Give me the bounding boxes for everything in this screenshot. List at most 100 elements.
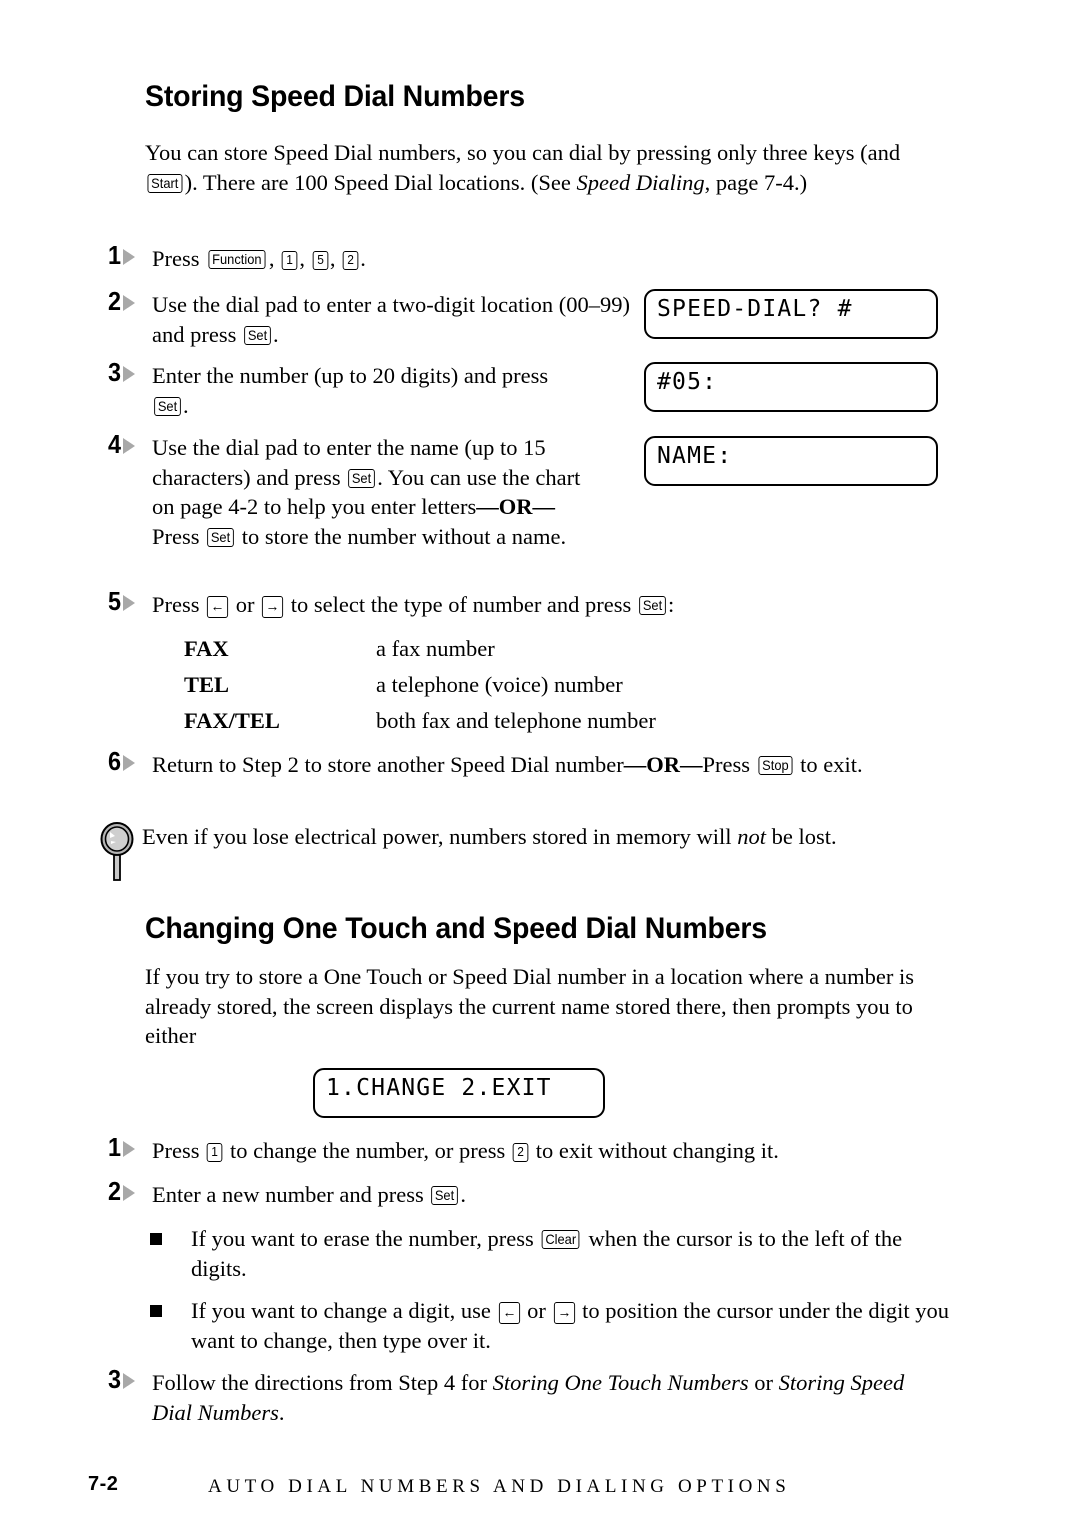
step-marker-3: 3 bbox=[108, 1364, 142, 1396]
step-marker-2: 2 bbox=[108, 1176, 142, 1208]
step-4-text-3: Press bbox=[152, 523, 206, 549]
digit-1-key-icon[interactable]: 1 bbox=[206, 1143, 223, 1162]
step-6-text-1: Return to Step 2 to store another Speed … bbox=[152, 752, 624, 777]
intro-text-part2: ). There are 100 Speed Dial locations. (… bbox=[184, 169, 577, 195]
set-key-icon[interactable]: Set bbox=[244, 325, 271, 345]
right-arrow-key-icon[interactable]: → bbox=[553, 1302, 575, 1324]
lcd-speed-dial-prompt: SPEED-DIAL? # bbox=[644, 289, 938, 339]
step-2-text-2: . bbox=[273, 321, 279, 347]
bullet-change-text-1: If you want to change a digit, use bbox=[191, 1298, 497, 1323]
clear-key-icon[interactable]: Clear bbox=[542, 1230, 581, 1249]
set-key-icon[interactable]: Set bbox=[639, 596, 666, 615]
digit-2-key-icon[interactable]: 2 bbox=[342, 251, 359, 270]
left-arrow-key-icon[interactable]: ← bbox=[498, 1302, 520, 1324]
lcd-change-exit-prompt: 1.CHANGE 2.EXIT bbox=[313, 1068, 605, 1118]
footer-page-number: 7-2 bbox=[88, 1473, 119, 1495]
number-type-row: FAX a fax number bbox=[184, 634, 884, 670]
step-4-text-4: to store the number without a name. bbox=[236, 523, 567, 549]
set-key-icon[interactable]: Set bbox=[431, 1186, 459, 1205]
step-6-or-label: —OR— bbox=[623, 752, 703, 777]
step-5-text-2: or bbox=[230, 592, 261, 617]
intro-text-part3: , page 7-4.) bbox=[704, 169, 808, 195]
step-6-body: Return to Step 2 to store another Speed … bbox=[152, 750, 952, 780]
step-number: 1 bbox=[108, 240, 122, 270]
step-number: 3 bbox=[108, 1364, 122, 1394]
step-3-text-1: Enter the number (up to 20 digits) and p… bbox=[152, 363, 549, 388]
step-marker-1: 1 bbox=[108, 1132, 142, 1164]
lcd-text: #05: bbox=[657, 369, 718, 395]
bullet-change-body: If you want to change a digit, use ← or … bbox=[191, 1296, 981, 1355]
step-arrow-icon bbox=[123, 1185, 135, 1201]
number-type-desc: both fax and telephone number bbox=[376, 708, 656, 733]
step-5-body: Press ← or → to select the type of numbe… bbox=[152, 590, 932, 620]
intro-paragraph-changing: If you try to store a One Touch or Speed… bbox=[145, 964, 915, 1048]
set-key-icon[interactable]: Set bbox=[154, 396, 181, 416]
bullet-square-icon bbox=[150, 1233, 162, 1245]
step-change-2-body: Enter a new number and press Set. bbox=[152, 1180, 952, 1210]
magnifier-icon bbox=[98, 822, 138, 884]
number-type-list: FAX a fax number TEL a telephone (voice)… bbox=[184, 634, 884, 742]
step-6-text-3: to exit. bbox=[794, 752, 863, 777]
number-type-desc: a telephone (voice) number bbox=[376, 672, 623, 697]
number-type-term: FAX bbox=[184, 636, 229, 661]
step-marker-2: 2 bbox=[108, 286, 142, 318]
step-1-text-1: Press bbox=[152, 246, 206, 271]
step-3-text-2: . bbox=[183, 392, 189, 418]
step-arrow-icon bbox=[123, 249, 135, 265]
step-change-1-text-1: Press bbox=[152, 1138, 206, 1163]
step-5-text-3: to select the type of number and press bbox=[285, 592, 637, 617]
step-number: 6 bbox=[108, 746, 122, 776]
manual-page: Storing Speed Dial Numbers You can store… bbox=[0, 0, 1080, 1529]
step-change-3-text-1: Follow the directions from Step 4 for bbox=[152, 1370, 493, 1395]
step-5-text-1: Press bbox=[152, 592, 206, 617]
step-change-3-italic-1: Storing One Touch Numbers bbox=[492, 1370, 749, 1395]
bullet-square-icon bbox=[150, 1305, 162, 1317]
step-change-1-text-2: to change the number, or press bbox=[224, 1138, 511, 1163]
number-type-term: FAX/TEL bbox=[184, 708, 280, 733]
step-2-text-1: Use the dial pad to enter a two-digit lo… bbox=[152, 292, 630, 347]
step-1-text-5: . bbox=[360, 246, 366, 271]
step-3-body: Enter the number (up to 20 digits) and p… bbox=[152, 361, 582, 420]
footer-section-title: AUTO DIAL NUMBERS AND DIALING OPTIONS bbox=[208, 1476, 791, 1497]
digit-1-key-icon[interactable]: 1 bbox=[281, 251, 298, 270]
step-change-1-body: Press 1 to change the number, or press 2… bbox=[152, 1136, 952, 1166]
lcd-name-entry: NAME: bbox=[644, 436, 938, 486]
intro-italic-speed-dialing: Speed Dialing bbox=[576, 169, 705, 195]
intro-paragraph-storing: You can store Speed Dial numbers, so you… bbox=[145, 138, 945, 197]
step-arrow-icon bbox=[123, 755, 135, 771]
digit-5-key-icon[interactable]: 5 bbox=[312, 251, 329, 270]
step-arrow-icon bbox=[123, 295, 135, 311]
number-type-row: TEL a telephone (voice) number bbox=[184, 670, 884, 706]
step-arrow-icon bbox=[123, 1373, 135, 1389]
step-arrow-icon bbox=[123, 1141, 135, 1157]
step-change-3-text-3: . bbox=[278, 1399, 285, 1425]
left-arrow-key-icon[interactable]: ← bbox=[207, 596, 229, 618]
start-key-icon[interactable]: Start bbox=[147, 173, 183, 193]
step-2-body: Use the dial pad to enter a two-digit lo… bbox=[152, 290, 640, 349]
step-number: 2 bbox=[108, 1176, 122, 1206]
step-marker-5: 5 bbox=[108, 586, 142, 618]
lcd-number-entry: #05: bbox=[644, 362, 938, 412]
step-number: 5 bbox=[108, 586, 122, 616]
stop-key-icon[interactable]: Stop bbox=[758, 756, 793, 775]
step-6-text-2: Press bbox=[702, 752, 756, 777]
step-change-3-body: Follow the directions from Step 4 for St… bbox=[152, 1368, 942, 1427]
step-1-body: Press Function, 1, 5, 2. bbox=[152, 244, 366, 274]
number-type-desc: a fax number bbox=[376, 636, 495, 661]
lcd-text: SPEED-DIAL? # bbox=[657, 296, 853, 322]
digit-2-key-icon[interactable]: 2 bbox=[512, 1143, 529, 1162]
step-number: 2 bbox=[108, 286, 122, 316]
step-1-text-4: , bbox=[329, 246, 342, 271]
step-1-text-3: , bbox=[299, 246, 311, 271]
right-arrow-key-icon[interactable]: → bbox=[262, 596, 284, 618]
step-marker-3: 3 bbox=[108, 357, 142, 389]
function-key-icon[interactable]: Function bbox=[208, 250, 266, 269]
set-key-icon[interactable]: Set bbox=[348, 468, 376, 488]
step-change-1-text-3: to exit without changing it. bbox=[530, 1138, 779, 1163]
page-title-storing-speed-dial: Storing Speed Dial Numbers bbox=[145, 80, 525, 113]
set-key-icon[interactable]: Set bbox=[207, 527, 234, 547]
bullet-change-text-2: or bbox=[521, 1298, 552, 1323]
step-number: 3 bbox=[108, 357, 122, 387]
step-marker-6: 6 bbox=[108, 746, 142, 778]
step-1-text-2: , bbox=[268, 246, 281, 271]
